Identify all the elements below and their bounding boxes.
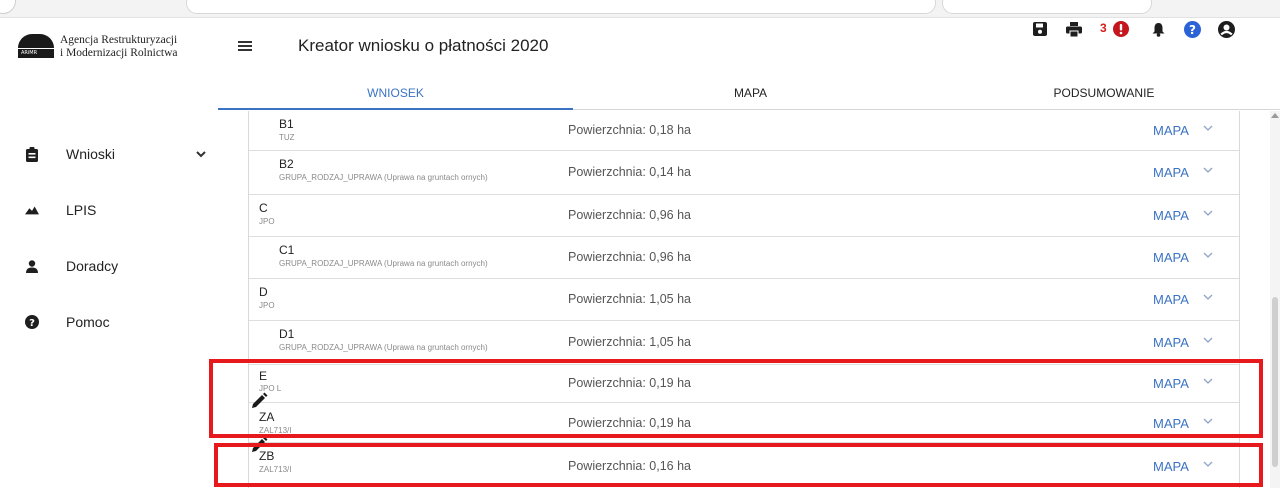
help-icon[interactable]: ?	[1182, 18, 1202, 40]
browser-search-bar[interactable]	[942, 0, 1152, 14]
mapa-link[interactable]: MAPA	[1153, 292, 1189, 307]
chevron-down-icon[interactable]	[1203, 208, 1213, 220]
address-bar[interactable]	[186, 0, 936, 14]
mapa-link[interactable]: MAPA	[1153, 459, 1189, 474]
sidebar-item-label: LPIS	[66, 202, 97, 218]
list-item[interactable]: D1 GRUPA_RODZAJ_UPRAWA (Uprawa na grunta…	[249, 321, 1239, 365]
chevron-down-icon[interactable]	[1203, 123, 1213, 135]
list-item[interactable]: B1 TUZ Powierzchnia: 0,18 ha MAPA	[249, 111, 1239, 151]
browser-button[interactable]	[0, 0, 16, 14]
help-circle-icon: ?	[25, 315, 39, 329]
sidebar-item-doradcy[interactable]: Doradcy	[0, 238, 218, 294]
sidebar-item-label: Wnioski	[66, 146, 116, 162]
agency-logo-icon: ARiMR	[18, 34, 54, 58]
tab-podsumowanie[interactable]: PODSUMOWANIE	[928, 76, 1280, 110]
parcel-list-container: B1 TUZ Powierzchnia: 0,18 ha MAPA B2 GRU…	[218, 111, 1280, 488]
list-item[interactable]: ZB ZAL713/I Powierzchnia: 0,16 ha MAPA	[249, 443, 1239, 488]
document-icon	[25, 146, 39, 162]
app-header: Kreator wniosku o płatności 2020 3 ?	[218, 18, 1280, 76]
user-icon[interactable]	[1216, 18, 1236, 40]
chevron-down-icon[interactable]	[1203, 292, 1213, 304]
mapa-link[interactable]: MAPA	[1153, 165, 1189, 180]
person-icon	[25, 259, 39, 273]
scrollbar-thumb[interactable]	[1272, 297, 1278, 467]
list-item[interactable]: B2 GRUPA_RODZAJ_UPRAWA (Uprawa na grunta…	[249, 151, 1239, 195]
mapa-link[interactable]: MAPA	[1153, 250, 1189, 265]
chevron-down-icon[interactable]	[1203, 459, 1213, 471]
sidebar-item-wnioski[interactable]: Wnioski	[0, 126, 218, 182]
tab-bar: WNIOSEK MAPA PODSUMOWANIE	[218, 76, 1280, 110]
svg-text:?: ?	[29, 318, 35, 329]
print-icon[interactable]	[1064, 18, 1084, 40]
mapa-link[interactable]: MAPA	[1153, 123, 1189, 138]
sidebar-item-lpis[interactable]: LPIS	[0, 182, 218, 238]
pencil-edit-icon[interactable]	[250, 436, 272, 458]
browser-toolbar	[0, 0, 1280, 18]
agency-name-line2: i Modernizacji Rolnictwa	[60, 47, 178, 59]
scroll-up-icon[interactable]	[1271, 113, 1279, 118]
tab-mapa[interactable]: MAPA	[573, 76, 928, 110]
mapa-link[interactable]: MAPA	[1153, 335, 1189, 350]
menu-icon[interactable]	[238, 41, 252, 51]
chevron-down-icon[interactable]	[1203, 250, 1213, 262]
mapa-link[interactable]: MAPA	[1153, 376, 1189, 391]
mapa-link[interactable]: MAPA	[1153, 416, 1189, 431]
svg-text:?: ?	[1189, 23, 1196, 37]
page-title: Kreator wniosku o płatności 2020	[298, 36, 549, 55]
sidebar-item-label: Pomoc	[66, 314, 110, 330]
sidebar-nav: Wnioski LPIS Doradcy ? Pomoc	[0, 126, 218, 350]
error-alert-icon[interactable]	[1111, 18, 1131, 40]
list-item[interactable]: E JPO L Powierzchnia: 0,19 ha MAPA	[249, 365, 1239, 403]
agency-logo[interactable]: ARiMR Agencja Restrukturyzacji i Moderni…	[18, 34, 178, 60]
bell-icon[interactable]	[1148, 18, 1168, 40]
agency-name-line1: Agencja Restrukturyzacji	[60, 34, 178, 46]
list-item[interactable]: C1 GRUPA_RODZAJ_UPRAWA (Uprawa na grunta…	[249, 237, 1239, 279]
chevron-down-icon[interactable]	[1203, 335, 1213, 347]
chevron-down-icon[interactable]	[1203, 165, 1213, 177]
chevron-down-icon[interactable]	[1203, 376, 1213, 388]
mountains-icon	[25, 203, 39, 217]
list-item[interactable]: ZA ZAL713/I Powierzchnia: 0,19 ha MAPA	[249, 403, 1239, 443]
scrollbar[interactable]	[1270, 111, 1280, 488]
mapa-link[interactable]: MAPA	[1153, 208, 1189, 223]
sidebar-item-pomoc[interactable]: ? Pomoc	[0, 294, 218, 350]
chevron-down-icon[interactable]	[196, 147, 206, 161]
list-item[interactable]: D JPO Powierzchnia: 1,05 ha MAPA	[249, 279, 1239, 321]
sidebar: ARiMR Agencja Restrukturyzacji i Moderni…	[0, 18, 218, 488]
error-count: 3	[1100, 21, 1107, 35]
list-item[interactable]: C JPO Powierzchnia: 0,96 ha MAPA	[249, 195, 1239, 237]
pencil-edit-icon[interactable]	[250, 392, 272, 414]
sidebar-item-label: Doradcy	[66, 258, 119, 274]
chevron-down-icon[interactable]	[1203, 416, 1213, 428]
active-tab-indicator	[218, 108, 573, 110]
save-icon[interactable]	[1030, 18, 1050, 40]
parcel-list: B1 TUZ Powierzchnia: 0,18 ha MAPA B2 GRU…	[248, 111, 1240, 488]
tab-wniosek[interactable]: WNIOSEK	[218, 76, 573, 110]
